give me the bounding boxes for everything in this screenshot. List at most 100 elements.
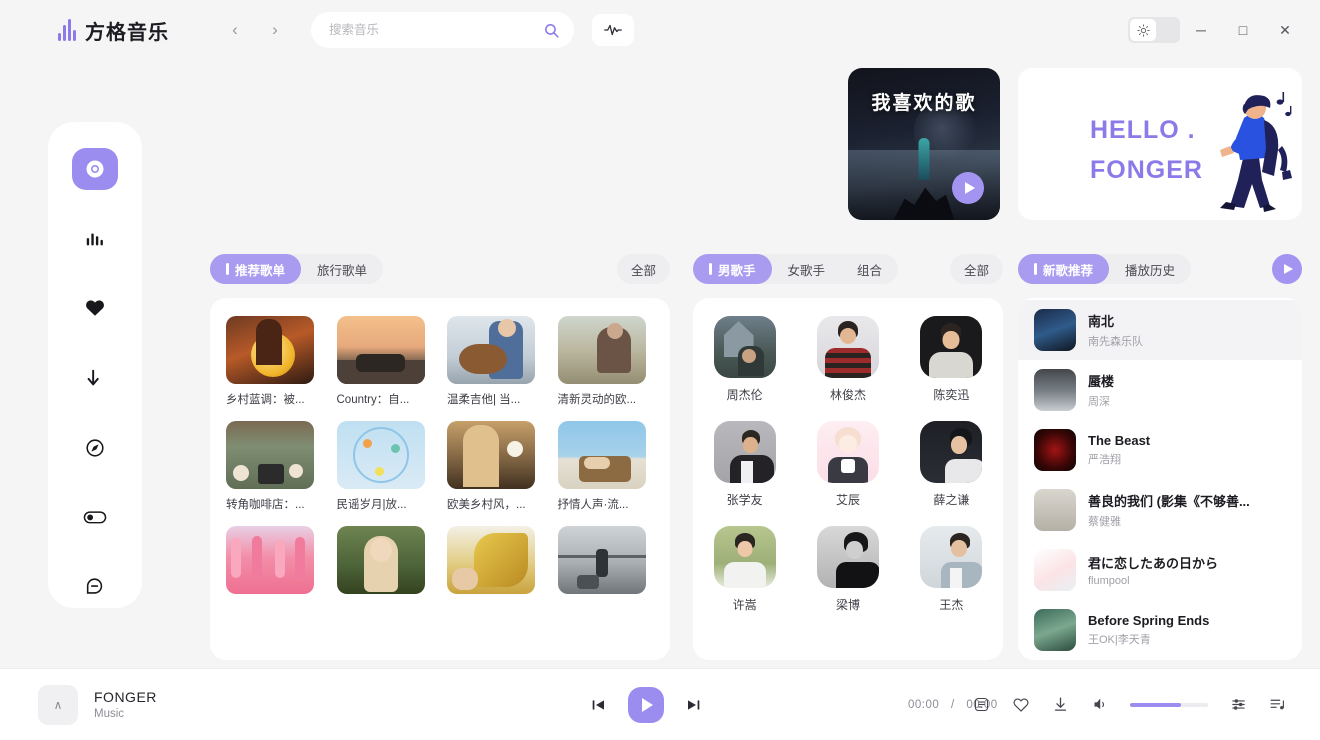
forward-button[interactable]: › [263,18,287,42]
playlist-card[interactable] [447,526,535,601]
audio-wave-button[interactable] [592,14,634,46]
song-artist: 严浩翔 [1088,454,1121,466]
previous-button[interactable] [590,697,606,713]
playlists-all-button[interactable]: 全部 [616,254,670,284]
maximize-button[interactable]: □ [1222,11,1264,49]
tab-recommended-playlists[interactable]: 推荐歌单 [210,254,302,284]
playlist-card[interactable]: 民谣岁月|放... [336,421,425,512]
playlist-card[interactable] [226,526,314,601]
song-meta: 善良的我们 (影集《不够善... 蔡健雅 [1088,491,1250,529]
search-input[interactable] [329,23,542,37]
singer-card[interactable]: 梁博 [816,526,879,613]
singer-avatar [920,316,983,378]
song-list-item[interactable]: Before Spring Ends 王OK|李天青 [1018,600,1302,660]
favorite-button[interactable] [1012,696,1030,714]
tab-label: 新歌推荐 [1043,263,1094,278]
playlist-card[interactable]: 欧美乡村风，... [447,421,535,512]
playlist-card[interactable]: 转角咖啡店：... [226,421,314,512]
sidebar-item-settings[interactable] [72,497,118,539]
equalizer-icon [1232,699,1245,710]
playlist-cover [336,316,425,384]
singer-card[interactable]: 薛之谦 [920,421,983,508]
disc-icon [86,160,104,178]
playlist-cover [226,421,314,489]
playlist-card[interactable]: 乡村蓝调：被... [226,316,314,407]
singer-card[interactable]: 艾辰 [816,421,879,508]
song-list-item[interactable]: The Beast 严浩翔 [1018,420,1302,480]
sidebar-item-ranking[interactable] [72,218,118,260]
newsongs-tabgroup: 新歌推荐 播放历史 [1018,254,1192,284]
singer-name: 梁博 [835,598,860,612]
tab-new-songs[interactable]: 新歌推荐 [1018,254,1110,284]
tab-female-singers[interactable]: 女歌手 [772,254,842,284]
singer-avatar [713,526,776,588]
playlist-card[interactable] [336,526,425,601]
download-button[interactable] [1052,696,1069,713]
tab-play-history[interactable]: 播放历史 [1109,254,1191,284]
playlist-title: 转角咖啡店：... [226,499,305,511]
song-list-item[interactable]: 南北 南先森乐队 [1018,300,1302,360]
download-icon [1054,697,1067,711]
minimize-button[interactable]: ─ [1180,11,1222,49]
tab-travel-playlists[interactable]: 旅行歌单 [301,254,383,284]
playlist-cover [226,316,314,384]
music-app-window: 方格音乐 ‹ › ─ □ ✕ [0,0,1320,740]
close-button[interactable]: ✕ [1264,11,1306,49]
previous-icon [592,699,604,710]
theme-toggle[interactable] [1128,17,1180,43]
back-button[interactable]: ‹ [223,18,247,42]
tab-label: 组合 [857,263,883,278]
song-list-item[interactable]: 蜃楼 周深 [1018,360,1302,420]
next-button[interactable] [686,697,702,713]
volume-slider[interactable] [1130,702,1208,707]
playlist-button[interactable] [1269,696,1286,713]
sidebar-item-home[interactable] [72,148,118,190]
playlist-card[interactable]: 抒情人声·流... [557,421,646,512]
playlist-title: 欧美乡村风，... [447,499,526,511]
singer-avatar [920,421,983,483]
song-list-item[interactable]: 善良的我们 (影集《不够善... 蔡健雅 [1018,480,1302,540]
play-button[interactable] [628,686,664,723]
heart-icon [86,300,104,317]
chat-bubble-icon [86,578,103,594]
singer-avatar [713,421,776,483]
now-playing-title: FONGER [94,689,157,705]
hero-card-hello[interactable]: HELLO . FONGER [1018,68,1302,220]
song-title: 善良的我们 (影集《不够善... [1088,494,1250,509]
next-icon [688,699,700,710]
expand-player-button[interactable]: ∧ [38,684,78,725]
volume-icon [1094,698,1105,710]
playlist-card[interactable]: 温柔吉他| 当... [447,316,535,407]
search-box[interactable] [311,12,574,48]
sidebar-item-discover[interactable] [72,427,118,469]
singer-card[interactable]: 周杰伦 [713,316,776,403]
play-all-button[interactable] [1272,254,1302,284]
song-list-item[interactable]: 君に恋したあの日から flumpool [1018,540,1302,600]
singer-card[interactable]: 王杰 [920,526,983,613]
equalizer-logo-icon [58,19,76,41]
playlist-card[interactable]: 清新灵动的欧... [557,316,646,407]
singer-card[interactable]: 林俊杰 [816,316,879,403]
singers-all-button[interactable]: 全部 [949,254,1003,284]
singer-card[interactable]: 陈奕迅 [920,316,983,403]
singer-name: 陈奕迅 [933,388,970,402]
sidebar-item-messages[interactable] [72,566,118,608]
singer-card[interactable]: 张学友 [713,421,776,508]
volume-button[interactable] [1091,696,1108,713]
equalizer-button[interactable] [1230,696,1247,713]
singers-panel: 男歌手 女歌手 组合 全部 周杰伦 林俊杰 陈奕迅 张学友 艾辰 薛之谦 许嵩 … [693,254,1003,660]
playlist-card[interactable]: Country：自... [336,316,425,407]
singer-card[interactable]: 许嵩 [713,526,776,613]
hero-card-favorites[interactable]: 我喜欢的歌 [848,68,1000,220]
playlist-card[interactable] [557,526,646,601]
search-icon[interactable] [542,21,560,39]
playlist-icon [1270,699,1284,710]
heart-icon [1013,697,1029,712]
tab-groups[interactable]: 组合 [841,254,898,284]
lyrics-button[interactable] [973,696,990,713]
hero-play-button[interactable] [952,172,984,204]
song-artist: 周深 [1088,396,1110,408]
sidebar-item-favorites[interactable] [72,287,118,329]
tab-male-singers[interactable]: 男歌手 [693,254,772,284]
sidebar-item-downloads[interactable] [72,357,118,399]
